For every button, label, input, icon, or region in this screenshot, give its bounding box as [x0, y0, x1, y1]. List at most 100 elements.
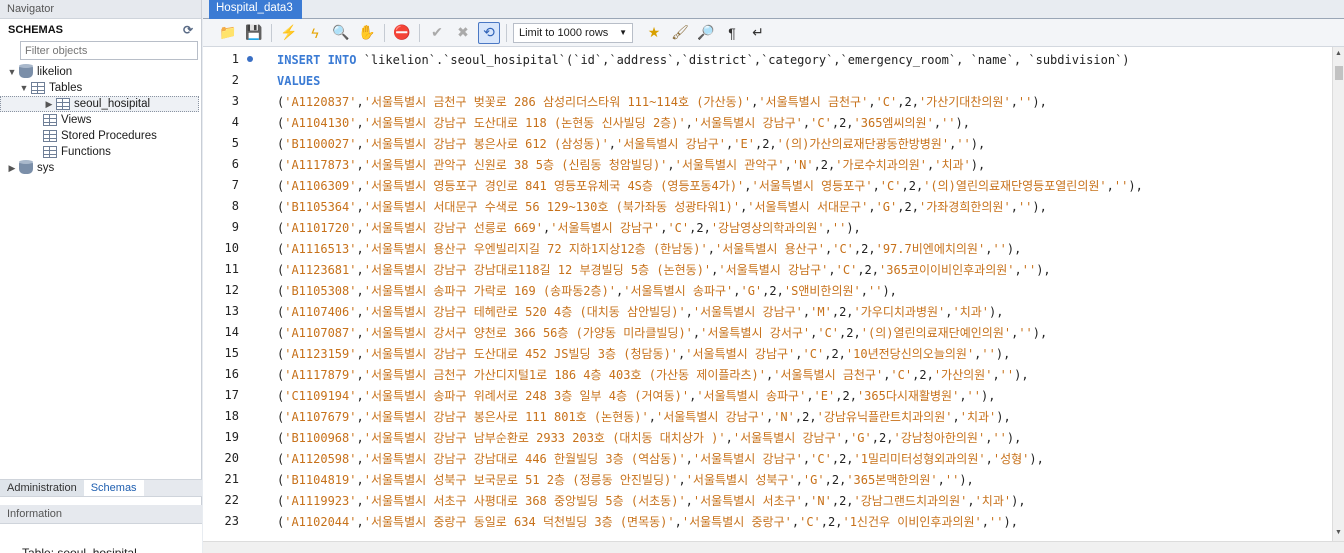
- sql-string: 'M': [810, 305, 832, 319]
- stop-icon[interactable]: ✋: [356, 22, 378, 44]
- limit-rows-select[interactable]: Limit to 1000 rows ▼: [513, 22, 633, 43]
- line-number: 22: [224, 493, 239, 507]
- line-number: 10: [224, 241, 239, 255]
- toggle-error-icon[interactable]: ⛔: [391, 22, 413, 44]
- sql-string: 'C': [802, 347, 825, 361]
- information-title: Information: [0, 505, 202, 524]
- invisible-chars-icon[interactable]: ¶: [721, 22, 743, 44]
- add-snippet-icon[interactable]: ★: [643, 22, 665, 44]
- sql-string: '': [1018, 326, 1033, 340]
- line-number: 9: [231, 220, 239, 234]
- expand-arrow-icon[interactable]: ▼: [6, 67, 18, 77]
- functions-icon: [43, 146, 57, 158]
- sql-number: 2: [919, 368, 927, 382]
- sql-string: '1밀리미터성형외과의원': [853, 452, 986, 466]
- sql-string: '서울특별시 강남구 도산대로 452 JS빌딩 3층 (청담동)': [363, 347, 679, 361]
- sql-string: '서울특별시 강남구 봉은사로 612 (삼성동)': [363, 137, 609, 151]
- editor-tab-hospital-data3[interactable]: Hospital_data3: [209, 0, 302, 19]
- scroll-down-icon[interactable]: ▼: [1335, 529, 1342, 536]
- sql-string: 'C': [817, 326, 840, 340]
- tab-administration[interactable]: Administration: [0, 480, 84, 496]
- sql-string: '': [999, 368, 1015, 382]
- line-number: 14: [224, 325, 239, 339]
- sql-string: '가로수치과의원': [835, 158, 927, 172]
- sql-string: '서울특별시 중랑구': [681, 515, 792, 529]
- code-line: ('A1119923','서울특별시 서초구 사평대로 368 중앙빌딩 5층 …: [277, 494, 1026, 508]
- line-number: 21: [224, 472, 239, 486]
- code-line: ('A1101720','서울특별시 강남구 선릉로 669','서울특별시 강…: [277, 221, 861, 235]
- sql-string: '서울특별시 서대문구 수색로 56 129~130호 (북가좌동 성광타워1)…: [363, 200, 741, 214]
- commit-icon[interactable]: ✔: [426, 22, 448, 44]
- tree-node-seoul-hosipital[interactable]: ▶ seoul_hosipital: [0, 96, 199, 112]
- code-line: ('A1120837','서울특별시 금천구 벚꽃로 286 삼성리더스타워 1…: [277, 95, 1047, 109]
- sql-string: 'A1102044': [284, 515, 357, 529]
- sql-number: 2: [908, 179, 916, 193]
- scroll-up-icon[interactable]: ▲: [1335, 50, 1342, 57]
- line-number: 23: [224, 514, 239, 528]
- sql-string: 'C': [835, 263, 858, 277]
- sql-editor[interactable]: 1 2 3 4 5 6 7 8 9 10 11 12 13 14 15 16 17 18 19 20 21 22 23 IN…: [203, 47, 1332, 541]
- sql-string: '서울특별시 강남구 선릉로 669': [363, 221, 543, 235]
- expand-arrow-icon[interactable]: ▶: [6, 163, 18, 174]
- schemas-header: SCHEMAS ⟳: [0, 19, 201, 41]
- vertical-scrollbar[interactable]: ▲ ▼: [1332, 47, 1344, 541]
- find-icon[interactable]: 🔎: [695, 22, 717, 44]
- sql-string: '강남청아한의원': [893, 431, 986, 445]
- sql-string: '': [944, 473, 960, 487]
- explain-icon[interactable]: 🔍: [330, 22, 352, 44]
- save-icon[interactable]: 💾: [243, 22, 265, 44]
- sql-string: '1신건우 이비인후과의원': [842, 515, 982, 529]
- execute-icon[interactable]: ⚡: [278, 22, 300, 44]
- wrap-lines-icon[interactable]: ↵: [747, 22, 769, 44]
- sql-string: 'A1119923': [284, 494, 357, 508]
- refresh-icon[interactable]: ⟳: [183, 23, 193, 37]
- sql-string: 'C': [810, 116, 832, 130]
- sql-string: 'C': [875, 95, 898, 109]
- tree-node-views[interactable]: Views: [0, 112, 201, 128]
- schema-tree: ▼ likelion ▼ Tables ▶ seoul_hosipital Vi…: [0, 64, 201, 176]
- autocommit-icon[interactable]: ⟲: [478, 21, 500, 44]
- sql-string: '서울특별시 중랑구 동일로 634 덕천빌딩 3층 (면목동)': [363, 515, 675, 529]
- sql-string: '치과': [974, 494, 1012, 508]
- sql-string: '서울특별시 서대문구': [747, 200, 869, 214]
- tree-node-tables[interactable]: ▼ Tables: [0, 80, 201, 96]
- line-number: 2: [231, 73, 239, 87]
- sql-string: '(의)가산의료재단광동한방병원': [776, 137, 950, 151]
- navigator-tabs: Administration Schemas: [0, 479, 202, 497]
- code-line: VALUES: [277, 73, 320, 89]
- tree-node-stored-procedures[interactable]: Stored Procedures: [0, 128, 201, 144]
- rollback-icon[interactable]: ✖: [452, 22, 474, 44]
- line-number: 6: [231, 157, 239, 171]
- tree-node-likelion[interactable]: ▼ likelion: [0, 64, 201, 80]
- sql-text: `likelion`.`seoul_hosipital`(`id`,`addre…: [356, 53, 1130, 67]
- sql-string: '서울특별시 금천구 벚꽃로 286 삼성리더스타워 111~114호 (가산동…: [363, 95, 752, 109]
- horizontal-scrollbar[interactable]: [203, 541, 1344, 553]
- tree-node-functions[interactable]: Functions: [0, 144, 201, 160]
- code-line: ('A1106309','서울특별시 영등포구 경인로 841 영등포유체국 4…: [277, 179, 1143, 193]
- line-number: 8: [231, 199, 239, 213]
- query-editor-area: Hospital_data3 📁 💾 ⚡ ϟ 🔍 ✋ ⛔ ✔ ✖ ⟲ Limit…: [203, 0, 1344, 553]
- open-file-icon[interactable]: 📁: [217, 22, 239, 44]
- scroll-thumb[interactable]: [1335, 66, 1343, 80]
- tab-schemas[interactable]: Schemas: [83, 480, 144, 496]
- sql-keyword: INSERT INTO: [277, 53, 357, 67]
- line-number: 20: [224, 451, 239, 465]
- line-number: 16: [224, 367, 239, 381]
- beautify-icon[interactable]: 🖌: [669, 22, 691, 44]
- filter-objects-input[interactable]: [20, 41, 198, 60]
- line-number: 13: [224, 304, 239, 318]
- sql-string: '': [981, 347, 996, 361]
- sql-string: 'G': [802, 473, 825, 487]
- expand-arrow-icon[interactable]: ▶: [43, 99, 55, 110]
- sql-string: 'G': [850, 431, 872, 445]
- sql-string: '': [1017, 200, 1033, 214]
- code-line: ('A1116513','서울특별시 용산구 우엔빌리지길 72 지하1지상12…: [277, 242, 1022, 256]
- sql-string: 'C': [890, 368, 913, 382]
- tree-node-sys[interactable]: ▶ sys: [0, 160, 201, 176]
- sql-string: 'A1120598': [284, 452, 357, 466]
- expand-arrow-icon[interactable]: ▼: [18, 83, 30, 93]
- sql-string: '서울특별시 송파구': [696, 389, 807, 403]
- sql-string: '10년전당신의오늘의원': [845, 347, 975, 361]
- sql-string: 'A1101720': [284, 221, 357, 235]
- execute-current-icon[interactable]: ϟ: [304, 22, 326, 44]
